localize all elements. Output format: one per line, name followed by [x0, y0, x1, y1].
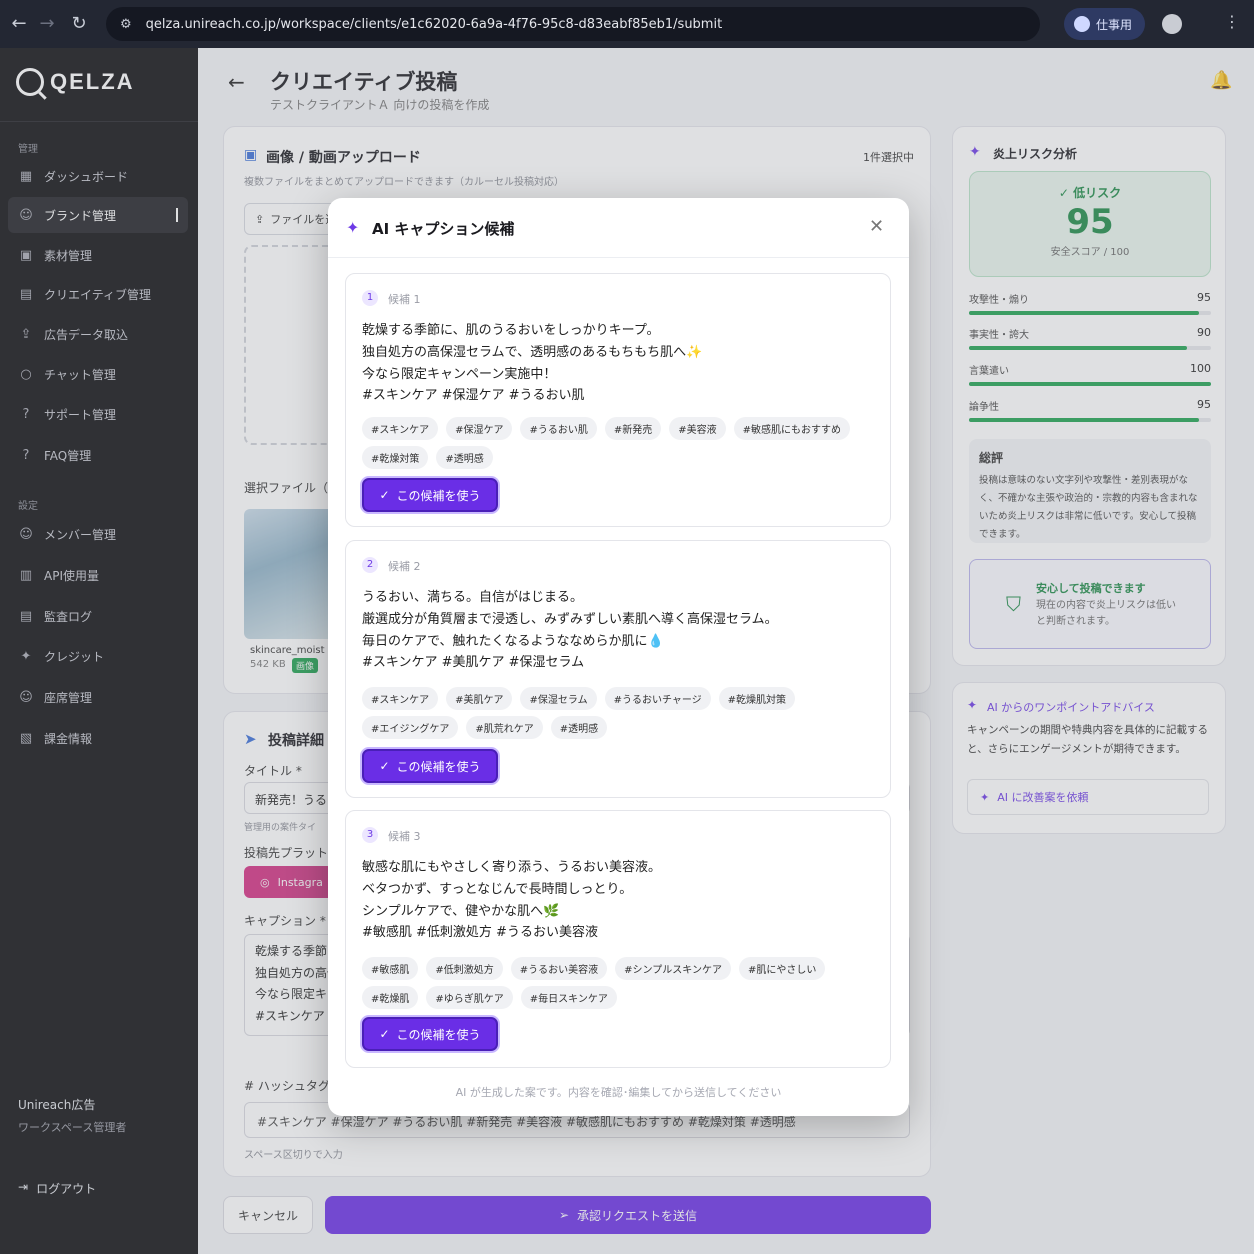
use-candidate-label: この候補を使う	[396, 759, 481, 774]
browser-toolbar: ← → ↻ ⚙ qelza.unireach.co.jp/workspace/c…	[0, 0, 1254, 48]
profile-chip[interactable]: 仕事用	[1064, 8, 1145, 40]
hashtag-chip: #敏感肌にもおすすめ	[733, 417, 851, 440]
back-nav-icon[interactable]: ←	[4, 13, 34, 34]
hashtag-chip: #透明感	[550, 716, 608, 739]
modal-header: ✦ AI キャプション候補 ✕	[328, 198, 909, 258]
hashtag-chip: #美肌ケア	[446, 687, 513, 710]
hashtag-chip: #保湿セラム	[520, 687, 597, 710]
hashtag-chip: #スキンケア	[362, 687, 439, 710]
candidate-tags: #敏感肌 #低刺激処方 #うるおい美容液 #シンプルスキンケア #肌にやさしい …	[362, 957, 882, 1009]
caption-candidate-3: 3 候補 3 敏感な肌にもやさしく寄り添う、うるおい美容液。 ベタつかず、すっと…	[345, 810, 891, 1068]
hashtag-chip: #うるおい美容液	[510, 957, 608, 980]
reload-icon[interactable]: ↻	[64, 13, 94, 34]
hashtag-chip: #美容液	[669, 417, 726, 440]
hashtag-chip: #エイジングケア	[362, 716, 459, 739]
hashtag-chip: #乾燥肌対策	[718, 687, 796, 710]
use-candidate-1-button[interactable]: ✓ この候補を使う	[362, 478, 498, 512]
hashtag-chip: #肌荒れケア	[466, 716, 543, 739]
use-candidate-label: この候補を使う	[396, 488, 481, 503]
hashtag-chip: #保湿ケア	[446, 417, 513, 440]
hashtag-chip: #敏感肌	[362, 957, 419, 980]
hashtag-chip: #透明感	[436, 446, 493, 469]
hashtag-chip: #乾燥肌	[362, 986, 419, 1009]
hashtag-chip: #肌にやさしい	[738, 957, 826, 980]
check-icon: ✓	[379, 759, 390, 773]
candidate-tags: #スキンケア #美肌ケア #保湿セラム #うるおいチャージ #乾燥肌対策 #エイ…	[362, 687, 882, 739]
candidate-number: 1	[362, 290, 378, 306]
hashtag-chip: #うるおい肌	[520, 417, 597, 440]
forward-nav-icon[interactable]: →	[32, 13, 62, 34]
caption-candidate-1: 1 候補 1 乾燥する季節に、肌のうるおいをしっかりキープ。 独自処方の高保湿セ…	[345, 273, 891, 527]
use-candidate-label: この候補を使う	[396, 1027, 481, 1042]
hashtag-chip: #シンプルスキンケア	[615, 957, 731, 980]
hashtag-chip: #毎日スキンケア	[520, 986, 617, 1009]
candidate-tags: #スキンケア #保湿ケア #うるおい肌 #新発売 #美容液 #敏感肌にもおすすめ…	[362, 417, 882, 469]
caption-candidate-2: 2 候補 2 うるおい、満ちる。自信がはじまる。 厳選成分が角質層まで浸透し、み…	[345, 540, 891, 798]
candidate-label: 候補 3	[388, 830, 421, 843]
use-candidate-2-button[interactable]: ✓ この候補を使う	[362, 749, 498, 783]
sparkle-icon: ✦	[346, 218, 360, 237]
hashtag-chip: #低刺激処方	[426, 957, 503, 980]
avatar[interactable]	[1162, 14, 1182, 34]
use-candidate-3-button[interactable]: ✓ この候補を使う	[362, 1017, 498, 1051]
ai-caption-modal: ✦ AI キャプション候補 ✕ 1 候補 1 乾燥する季節に、肌のうるおいをしっ…	[328, 198, 909, 1116]
close-icon[interactable]: ✕	[869, 216, 884, 237]
candidate-text: うるおい、満ちる。自信がはじまる。 厳選成分が角質層まで浸透し、みずみずしい素肌…	[362, 590, 778, 671]
address-bar[interactable]: ⚙ qelza.unireach.co.jp/workspace/clients…	[106, 7, 1040, 41]
profile-label: 仕事用	[1096, 17, 1133, 32]
more-menu-icon[interactable]: ⋮	[1224, 12, 1240, 31]
check-icon: ✓	[379, 488, 390, 502]
url-text: qelza.unireach.co.jp/workspace/clients/e…	[145, 16, 723, 32]
modal-title: AI キャプション候補	[372, 220, 515, 238]
hashtag-chip: #うるおいチャージ	[604, 687, 711, 710]
hashtag-chip: #新発売	[604, 417, 662, 440]
check-icon: ✓	[379, 1027, 390, 1041]
candidate-label: 候補 1	[388, 293, 421, 306]
candidate-text: 敏感な肌にもやさしく寄り添う、うるおい美容液。 ベタつかず、すっとなじんで長時間…	[362, 860, 662, 941]
modal-footer-note: AI が生成した案です。内容を確認･編集してから送信してください	[455, 1086, 782, 1099]
hashtag-chip: #スキンケア	[362, 417, 439, 440]
site-settings-icon[interactable]: ⚙	[120, 17, 132, 32]
candidate-label: 候補 2	[388, 560, 421, 573]
hashtag-chip: #ゆらぎ肌ケア	[426, 986, 513, 1009]
profile-icon	[1074, 16, 1090, 32]
candidate-number: 2	[362, 557, 378, 573]
candidate-text: 乾燥する季節に、肌のうるおいをしっかりキープ。 独自処方の高保湿セラムで、透明感…	[362, 323, 703, 404]
candidate-number: 3	[362, 827, 378, 843]
hashtag-chip: #乾燥対策	[362, 446, 429, 469]
